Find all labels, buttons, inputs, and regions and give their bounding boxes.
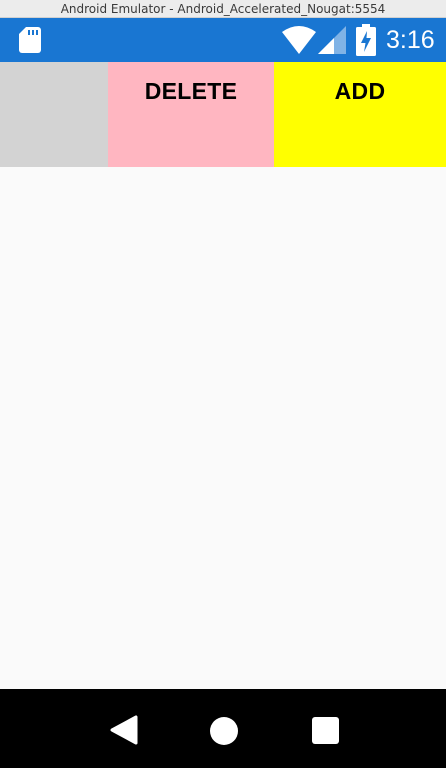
home-icon[interactable] (210, 717, 238, 745)
delete-button-label: DELETE (144, 78, 238, 104)
navigation-bar (0, 689, 446, 768)
battery-charging-icon (356, 24, 376, 56)
back-icon[interactable] (110, 715, 138, 745)
cellular-signal-icon (318, 26, 346, 54)
button-row: DELETE ADD (0, 62, 446, 167)
sd-card-icon (19, 27, 41, 53)
recents-icon[interactable] (312, 717, 339, 744)
add-button[interactable]: ADD (274, 62, 446, 167)
content-area (0, 167, 446, 689)
status-bar: 3:16 (0, 18, 446, 62)
add-button-label: ADD (334, 78, 386, 104)
wifi-icon (282, 26, 316, 54)
status-clock: 3:16 (386, 26, 435, 54)
delete-button[interactable]: DELETE (108, 62, 274, 167)
gray-spacer (0, 62, 108, 167)
window-title: Android Emulator - Android_Accelerated_N… (0, 0, 446, 18)
